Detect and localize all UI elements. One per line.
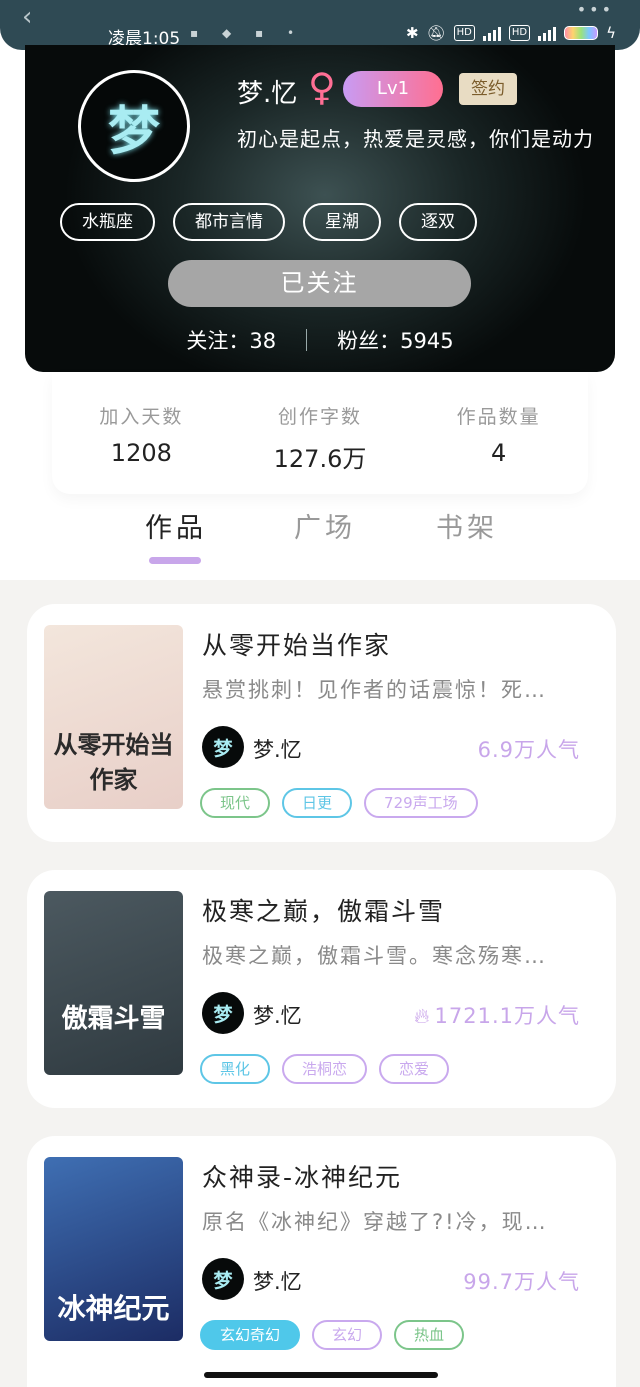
tab-bar: 作品 广场 书架	[0, 506, 640, 566]
book-description: 悬赏挑刺！见作者的话震惊！死…	[202, 678, 547, 702]
profile-tags: 水瓶座 都市言情 星潮 逐双	[60, 203, 477, 241]
book-tag[interactable]: 黑化	[200, 1054, 271, 1084]
fans-count[interactable]: 粉丝：5945	[337, 325, 453, 355]
book-tag[interactable]: 恋爱	[379, 1054, 450, 1084]
tab-indicator	[149, 557, 201, 564]
female-icon: ♀	[308, 65, 336, 109]
level-badge[interactable]: Lv1	[343, 71, 443, 107]
book-title[interactable]: 极寒之巅，傲霜斗雪	[202, 892, 445, 928]
tab-bookshelf[interactable]: 书架	[436, 506, 498, 545]
author-name: 梦.忆	[253, 1004, 302, 1028]
author-avatar[interactable]: 梦	[202, 1258, 244, 1300]
book-tag[interactable]: 729声工场	[364, 788, 478, 818]
author-name: 梦.忆	[253, 738, 302, 762]
book-title[interactable]: 从零开始当作家	[202, 626, 391, 662]
flame-icon: 🔥︎	[414, 1004, 431, 1028]
tab-plaza[interactable]: 广场	[294, 506, 356, 545]
follow-counts: 关注：38 粉丝：5945	[25, 325, 615, 355]
popularity-value: 99.7万人气	[463, 1270, 580, 1294]
follow-button[interactable]: 已关注	[168, 260, 471, 307]
avatar-logo: 梦	[107, 100, 160, 162]
profile-tag[interactable]: 逐双	[399, 203, 477, 241]
popularity: 99.7万人气	[463, 1266, 580, 1296]
stat-value: 1208	[110, 439, 172, 467]
profile-tag[interactable]: 都市言情	[173, 203, 285, 241]
stat-words: 创作字数 127.6万	[231, 372, 410, 494]
avatar-logo: 梦	[213, 1003, 233, 1026]
status-icons: ✱ 🔕︎ HD HD ϟ	[406, 24, 616, 42]
stat-works: 作品数量 4	[409, 372, 588, 494]
notification-icons: ▪ ◆ ▪ •	[190, 26, 305, 40]
stat-days: 加入天数 1208	[52, 372, 231, 494]
avatar-logo: 梦	[213, 737, 233, 760]
signal-icon	[538, 25, 557, 41]
profile-tag[interactable]: 水瓶座	[60, 203, 155, 241]
book-cover[interactable]: 冰神纪元	[44, 1157, 183, 1341]
book-card[interactable]: 傲霜斗雪 极寒之巅，傲霜斗雪 极寒之巅，傲霜斗雪。寒念殇寒… 梦 梦.忆 🔥︎ 1…	[27, 870, 616, 1108]
popularity: 🔥︎ 1721.1万人气	[414, 1000, 580, 1030]
username: 梦.忆	[237, 79, 298, 109]
stat-value: 4	[491, 439, 507, 467]
author-avatar[interactable]: 梦	[202, 726, 244, 768]
book-tag[interactable]: 热血	[394, 1320, 465, 1350]
popularity: 6.9万人气	[478, 734, 580, 764]
author-avatar[interactable]: 梦	[202, 992, 244, 1034]
stat-label: 作品数量	[456, 406, 541, 428]
book-card[interactable]: 冰神纪元 众神录-冰神纪元 原名《冰神纪》穿越了?!冷，现… 梦 梦.忆 99.…	[27, 1136, 616, 1387]
popularity-value: 1721.1万人气	[434, 1004, 580, 1028]
following-count[interactable]: 关注：38	[186, 325, 276, 355]
book-tag[interactable]: 日更	[282, 788, 353, 818]
battery-icon	[564, 26, 599, 40]
profile-tag[interactable]: 星潮	[303, 203, 381, 241]
book-tag[interactable]: 玄幻奇幻	[200, 1320, 301, 1350]
stat-value: 127.6万	[273, 445, 367, 473]
mute-icon: 🔕︎	[426, 24, 446, 42]
stat-label: 加入天数	[99, 406, 184, 428]
stat-label: 创作字数	[278, 406, 363, 428]
book-description: 原名《冰神纪》穿越了?!冷，现…	[202, 1210, 548, 1234]
signal-icon	[482, 25, 501, 41]
book-tag[interactable]: 浩桐恋	[282, 1054, 368, 1084]
author-name: 梦.忆	[253, 1270, 302, 1294]
stats-panel: 加入天数 1208 创作字数 127.6万 作品数量 4	[52, 372, 588, 494]
cover-title: 从零开始当作家	[53, 730, 174, 794]
popularity-value: 6.9万人气	[477, 738, 580, 762]
hd-icon: HD	[508, 25, 531, 41]
book-tags: 现代 日更 729声工场	[200, 788, 478, 818]
book-card[interactable]: 从零开始当作家 从零开始当作家 悬赏挑刺！见作者的话震惊！死… 梦 梦.忆 6.…	[27, 604, 616, 842]
cover-title: 冰神纪元	[57, 1292, 170, 1325]
book-description: 极寒之巅，傲霜斗雪。寒念殇寒…	[202, 944, 547, 968]
book-tag[interactable]: 现代	[200, 788, 271, 818]
more-icon[interactable]: •••	[577, 0, 614, 19]
status-bar: ‹ ••• 凌晨1:05 ▪ ◆ ▪ • ✱ 🔕︎ HD HD ϟ	[0, 0, 640, 50]
bio: 初心是起点，热爱是灵感，你们是动力	[237, 127, 594, 151]
book-title[interactable]: 众神录-冰神纪元	[202, 1158, 402, 1194]
book-cover[interactable]: 从零开始当作家	[44, 625, 183, 809]
avatar-logo: 梦	[213, 1269, 233, 1292]
hd-icon: HD	[453, 25, 475, 41]
tab-works[interactable]: 作品	[145, 506, 207, 545]
signed-badge: 签约	[459, 73, 517, 105]
charging-icon: ϟ	[606, 24, 616, 42]
bluetooth-icon: ✱	[406, 24, 419, 42]
profile-card: 梦 梦.忆 ♀ Lv1 签约 初心是起点，热爱是灵感，你们是动力 水瓶座 都市言…	[25, 45, 615, 372]
book-cover[interactable]: 傲霜斗雪	[44, 891, 183, 1075]
book-tag[interactable]: 玄幻	[312, 1320, 383, 1350]
cover-title: 傲霜斗雪	[61, 1004, 166, 1034]
avatar[interactable]: 梦	[78, 70, 190, 182]
home-indicator[interactable]	[204, 1372, 438, 1378]
divider	[306, 329, 308, 351]
back-arrow-icon[interactable]: ‹	[22, 2, 32, 32]
book-tags: 玄幻奇幻 玄幻 热血	[200, 1320, 465, 1350]
book-tags: 黑化 浩桐恋 恋爱	[200, 1054, 450, 1084]
